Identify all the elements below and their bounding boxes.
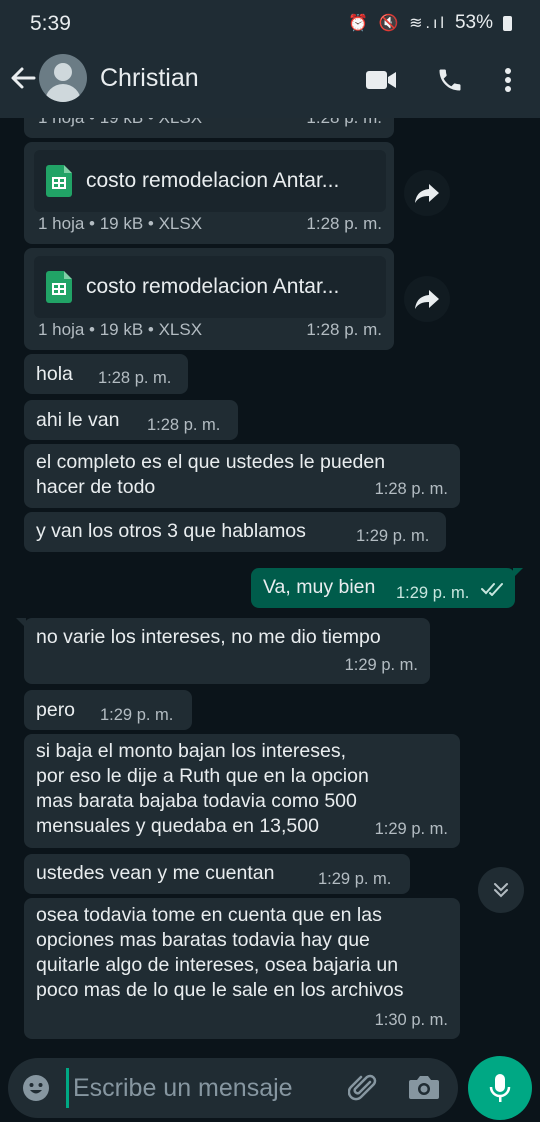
incoming-message[interactable]: ahi le van 1:28 p. m. <box>24 400 238 440</box>
double-chevron-down-icon <box>494 883 508 898</box>
message-composer <box>8 1058 458 1118</box>
chat-header: Christian <box>0 40 540 118</box>
incoming-message[interactable]: el completo es el que ustedes le pueden … <box>24 444 460 508</box>
incoming-message[interactable]: y van los otros 3 que hablamos 1:29 p. m… <box>24 512 446 552</box>
incoming-message[interactable]: si baja el monto bajan los intereses, po… <box>24 734 460 848</box>
message-time: 1:29 p. m. <box>318 870 392 888</box>
incoming-message[interactable]: no varie los intereses, no me dio tiempo… <box>16 618 430 684</box>
message-text: Va, muy bien <box>263 576 376 598</box>
message-text: ahi le van <box>36 409 120 431</box>
status-bar: 5:39 ⏰ 🔇 ≋.ıl 53% <box>0 0 540 44</box>
message-time: 1:28 p. m. <box>306 118 382 130</box>
forward-icon <box>415 290 439 309</box>
more-options-button[interactable] <box>488 60 528 100</box>
message-time: 1:30 p. m. <box>374 1011 448 1029</box>
bubble-tail <box>513 568 523 578</box>
message-input[interactable] <box>66 1068 343 1108</box>
message-time: 1:28 p. m. <box>306 214 382 233</box>
outgoing-message[interactable]: Va, muy bien 1:29 p. m. <box>251 568 523 608</box>
voice-message-button[interactable] <box>468 1056 532 1120</box>
status-time: 5:39 <box>30 12 71 35</box>
phone-icon <box>439 69 461 91</box>
forward-button[interactable] <box>404 170 450 216</box>
document-meta: 1 hoja • 19 kB • XLSX <box>38 118 202 130</box>
document-preview[interactable]: costo remodelacion Antar... <box>34 150 386 212</box>
incoming-message[interactable]: osea todavia tome en cuenta que en las o… <box>24 898 460 1039</box>
avatar-body-shape <box>45 84 81 102</box>
document-meta: 1 hoja • 19 kB • XLSX <box>38 320 203 339</box>
message-text: si baja el monto bajan los intereses, po… <box>36 740 369 837</box>
incoming-message[interactable]: hola 1:28 p. m. <box>24 354 188 394</box>
attach-button[interactable] <box>347 1073 378 1108</box>
message-time: 1:28 p. m. <box>306 320 382 339</box>
document-name: costo remodelacion Antar... <box>86 275 340 298</box>
message-time: 1:28 p. m. <box>147 416 221 434</box>
message-time: 1:29 p. m. <box>374 820 448 838</box>
emoji-icon <box>23 1075 49 1101</box>
camera-icon <box>409 1076 439 1099</box>
message-time: 1:29 p. m. <box>356 527 430 545</box>
document-message[interactable]: 1 hoja • 19 kB • XLSX 1:28 p. m. <box>24 118 394 138</box>
forward-icon <box>415 184 439 203</box>
alarm-mute-wifi-signal-icons: ⏰ 🔇 ≋.ıl <box>348 15 447 32</box>
scroll-to-bottom-button[interactable] <box>478 867 524 913</box>
voice-call-button[interactable] <box>430 60 470 100</box>
incoming-message[interactable]: ustedes vean y me cuentan 1:29 p. m. <box>24 854 410 894</box>
document-message[interactable]: costo remodelacion Antar... 1 hoja • 19 … <box>24 248 394 350</box>
mic-icon <box>489 1074 511 1102</box>
message-text: el completo es el que ustedes le pueden … <box>36 451 386 498</box>
message-text: hola <box>36 363 73 385</box>
camera-button[interactable] <box>408 1073 440 1106</box>
document-message[interactable]: costo remodelacion Antar... 1 hoja • 19 … <box>24 142 394 244</box>
incoming-message[interactable]: pero 1:29 p. m. <box>24 690 192 730</box>
attach-icon <box>347 1074 377 1101</box>
back-button[interactable] <box>8 58 38 98</box>
video-call-button[interactable] <box>361 60 401 100</box>
contact-name[interactable]: Christian <box>100 64 199 93</box>
xlsx-icon <box>46 165 72 197</box>
message-text: ustedes vean y me cuentan <box>36 862 275 884</box>
message-time: 1:29 p. m. <box>100 706 174 724</box>
battery-percent: 53% <box>454 12 493 33</box>
status-icons: ⏰ 🔇 ≋.ıl 53% <box>348 12 512 34</box>
avatar-head-shape <box>54 63 72 81</box>
bubble-tail <box>16 618 26 628</box>
forward-button[interactable] <box>404 276 450 322</box>
document-preview[interactable]: costo remodelacion Antar... <box>34 256 386 318</box>
message-list[interactable]: 1 hoja • 19 kB • XLSX 1:28 p. m. costo r… <box>0 118 540 1058</box>
message-time: 1:28 p. m. <box>98 369 172 387</box>
battery-icon <box>503 15 512 31</box>
message-text: pero <box>36 699 76 721</box>
message-time: 1:29 p. m. <box>344 656 418 674</box>
document-meta: 1 hoja • 19 kB • XLSX <box>38 214 203 233</box>
message-text: y van los otros 3 que hablamos <box>36 520 306 542</box>
back-arrow-icon <box>11 67 36 89</box>
xlsx-icon <box>46 271 72 303</box>
more-icon <box>505 68 511 92</box>
message-time: 1:29 p. m. <box>396 584 470 602</box>
avatar[interactable] <box>39 54 87 102</box>
read-receipt-icon <box>481 583 503 596</box>
message-text: no varie los intereses, no me dio tiempo <box>36 626 381 648</box>
emoji-button[interactable] <box>22 1074 50 1107</box>
message-text: osea todavia tome en cuenta que en las o… <box>36 904 404 1001</box>
document-name: costo remodelacion Antar... <box>86 169 340 192</box>
message-time: 1:28 p. m. <box>374 480 448 498</box>
video-call-icon <box>366 71 396 89</box>
